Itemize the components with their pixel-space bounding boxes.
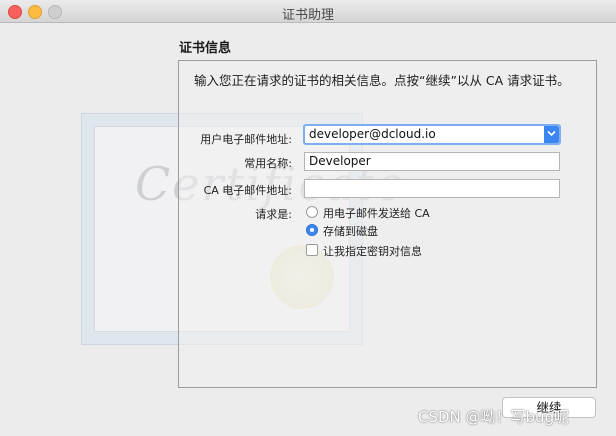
request-type-label: 请求是: [255,208,292,221]
ca-email-field[interactable] [304,179,560,198]
combobox-dropdown-button[interactable] [544,126,559,143]
ca-email-label: CA 电子邮件地址: [203,184,292,197]
title-bar: 证书助理 [0,0,616,23]
section-title: 证书信息 [179,41,232,56]
user-email-value: developer@dcloud.io [309,127,436,141]
chevron-down-icon [547,130,556,137]
radio-selected-icon[interactable] [306,224,318,236]
common-name-label: 常用名称: [244,157,292,170]
form-panel [178,60,597,388]
radio-email-ca-label: 用电子邮件发送给 CA [323,207,430,220]
radio-icon[interactable] [306,206,318,218]
checkbox-icon[interactable] [306,244,318,256]
window-title: 证书助理 [281,8,334,23]
user-email-combobox[interactable]: developer@dcloud.io [303,124,561,145]
user-email-label: 用户电子邮件地址: [200,133,292,146]
watermark-text: CSDN @呦！写bug呢 [418,408,570,426]
common-name-field[interactable]: Developer [304,152,560,171]
radio-save-disk-label: 存储到磁盘 [323,225,378,238]
checkbox-specify-key-label: 让我指定密钥对信息 [323,245,422,258]
instructions-text: 输入您正在请求的证书的相关信息。点按“继续”以从 CA 请求证书。 [194,73,570,88]
